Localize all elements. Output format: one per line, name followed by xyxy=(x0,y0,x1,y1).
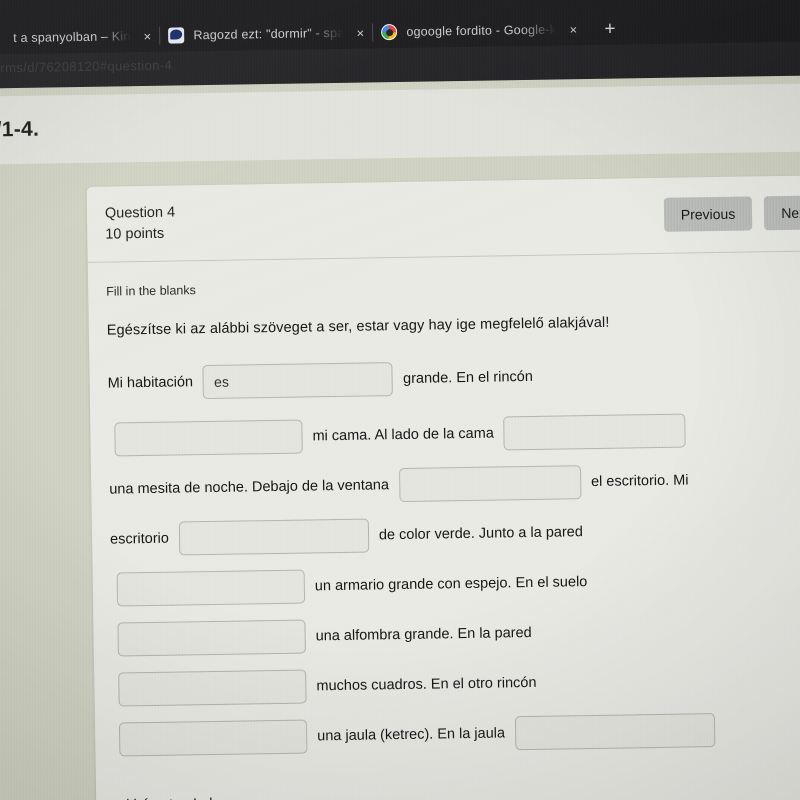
blank-input-10[interactable] xyxy=(514,713,716,751)
screen-photo: t a spanyolban – Kin × Ragozd ezt: "dorm… xyxy=(0,0,800,800)
tab-title: ogoogle fordito - Google-keres xyxy=(406,22,557,39)
tab-favicon-quizlet-icon xyxy=(168,27,185,44)
answer-text: Mi habitación xyxy=(107,374,194,392)
answer-text: de color verde. Junto a la pared xyxy=(378,524,583,544)
tab-close-icon[interactable]: × xyxy=(140,28,154,43)
blank-input-4[interactable] xyxy=(398,465,582,503)
answer-line-9: mi hámster, Lola. xyxy=(114,770,800,800)
page-content: 1/1-4. Question 4 10 points Previous Nex… xyxy=(0,75,800,800)
tab-favicon-google-icon xyxy=(381,24,398,41)
blank-input-8[interactable] xyxy=(118,669,307,707)
answer-text: escritorio xyxy=(109,530,170,548)
next-button[interactable]: Next xyxy=(763,195,800,231)
question-prompt: Egészítse ki az alábbi szöveget a ser, e… xyxy=(106,314,610,339)
answer-text: muchos cuadros. En el otro rincón xyxy=(316,674,537,695)
tab-close-icon[interactable]: × xyxy=(566,22,580,37)
blank-input-9[interactable] xyxy=(118,719,308,757)
browser-chrome: t a spanyolban – Kin × Ragozd ezt: "dorm… xyxy=(0,0,800,89)
address-bar-url: forms/d/76208120#question-4 xyxy=(0,57,173,76)
question-card-header: Question 4 10 points Previous Next xyxy=(86,175,800,263)
browser-tab-2[interactable]: Ragozd ezt: "dormir" - spanyol × xyxy=(160,15,374,52)
page-header: 1/1-4. xyxy=(0,83,800,165)
blank-input-6[interactable] xyxy=(116,569,306,607)
answer-text: mi cama. Al lado de la cama xyxy=(312,425,494,445)
answer-text: grande. En el rincón xyxy=(402,368,533,387)
question-card-body: Fill in the blanks Egészítse ki az alább… xyxy=(88,251,800,800)
fill-in-the-blanks-label: Fill in the blanks xyxy=(106,283,196,299)
answer-text: el escritorio. Mi xyxy=(590,472,689,491)
answer-text: una jaula (ketrec). En la jaula xyxy=(317,725,506,745)
tab-title: Ragozd ezt: "dormir" - spanyol xyxy=(193,25,344,43)
blank-input-3[interactable] xyxy=(503,413,687,451)
blank-input-1[interactable] xyxy=(202,362,394,400)
browser-tab-1[interactable]: t a spanyolban – Kin × xyxy=(0,19,161,56)
question-meta: Question 4 10 points xyxy=(105,203,176,246)
question-number-label: Question 4 xyxy=(104,204,176,222)
previous-button[interactable]: Previous xyxy=(663,196,753,232)
tab-favicon-none-icon xyxy=(0,30,4,46)
new-tab-button[interactable]: + xyxy=(604,18,615,39)
answer-line-8: una jaula (ketrec). En la jaula xyxy=(113,704,800,765)
blank-input-2[interactable] xyxy=(114,419,303,457)
blank-input-5[interactable] xyxy=(178,518,370,556)
question-points-label: 10 points xyxy=(105,225,165,243)
question-nav-buttons: Previous Next xyxy=(663,195,800,232)
blank-input-7[interactable] xyxy=(117,619,306,657)
browser-tab-3[interactable]: ogoogle fordito - Google-keres × xyxy=(373,12,587,49)
answer-flow: Mi habitación grande. En el rincón mi ca… xyxy=(107,348,800,800)
tab-close-icon[interactable]: × xyxy=(353,25,367,40)
answer-text: una mesita de noche. Debajo de la ventan… xyxy=(109,477,390,498)
tab-title: t a spanyolban – Kin xyxy=(13,29,131,46)
answer-text: una alfombra grande. En la pared xyxy=(315,625,532,645)
page-title: 1/1-4. xyxy=(0,117,40,142)
browser-window: t a spanyolban – Kin × Ragozd ezt: "dorm… xyxy=(0,0,800,800)
answer-text: un armario grande con espejo. En el suel… xyxy=(314,574,588,595)
answer-line-1: Mi habitación grande. En el rincón xyxy=(107,348,800,409)
question-card: Question 4 10 points Previous Next Fill … xyxy=(86,175,800,800)
